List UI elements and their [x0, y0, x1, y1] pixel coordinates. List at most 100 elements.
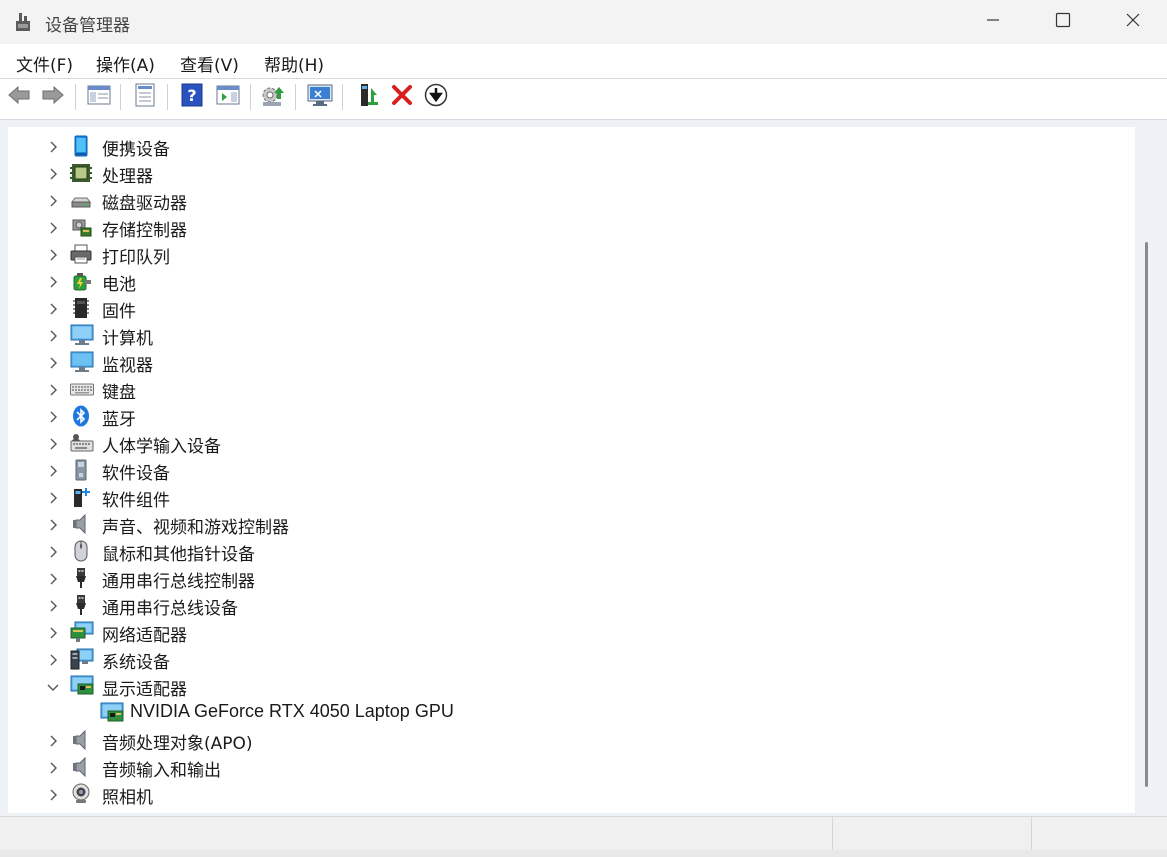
- tree-item[interactable]: 鼠标和其他指针设备: [8, 537, 1135, 565]
- chevron-right-icon[interactable]: [46, 382, 60, 396]
- tree-item[interactable]: 电池: [8, 267, 1135, 295]
- chevron-right-icon[interactable]: [46, 760, 60, 774]
- tree-item-label: 磁盘驱动器: [102, 194, 187, 214]
- chevron-right-icon[interactable]: [46, 220, 60, 234]
- show-hide-console-tree-icon: [87, 84, 111, 110]
- toolbar-separator: [167, 84, 168, 110]
- chevron-right-icon[interactable]: [46, 787, 60, 801]
- mouse-icon: [70, 540, 92, 562]
- status-cell: [1031, 817, 1167, 851]
- chevron-right-icon[interactable]: [46, 733, 60, 747]
- tree-item[interactable]: 存储控制器: [8, 213, 1135, 241]
- tree-item[interactable]: 打印队列: [8, 240, 1135, 268]
- tree-item-label: 计算机: [102, 329, 153, 349]
- chevron-right-icon[interactable]: [46, 490, 60, 504]
- chevron-right-icon[interactable]: [46, 409, 60, 423]
- tree-item[interactable]: 固件: [8, 294, 1135, 322]
- tree-item[interactable]: 通用串行总线设备: [8, 591, 1135, 619]
- tree-item-label: 音频处理对象(APO): [102, 734, 253, 754]
- chevron-right-icon[interactable]: [46, 139, 60, 153]
- status-bar: [0, 816, 1167, 851]
- usb-icon: [70, 594, 92, 616]
- scrollbar-thumb[interactable]: [1145, 242, 1148, 787]
- chevron-right-icon[interactable]: [46, 652, 60, 666]
- action-pane-icon: [216, 84, 240, 110]
- uninstall-device-button[interactable]: [389, 84, 415, 110]
- menu-help[interactable]: 帮助(H): [262, 51, 326, 76]
- tree-child-item[interactable]: NVIDIA GeForce RTX 4050 Laptop GPU: [8, 699, 1135, 726]
- update-driver-icon: [260, 83, 286, 111]
- forward-button[interactable]: [40, 84, 66, 110]
- chevron-right-icon[interactable]: [46, 355, 60, 369]
- chevron-right-icon[interactable]: [46, 301, 60, 315]
- chevron-right-icon[interactable]: [46, 517, 60, 531]
- action-pane-button[interactable]: [215, 84, 241, 110]
- tree-item[interactable]: 声音、视频和游戏控制器: [8, 510, 1135, 538]
- tree-item[interactable]: 计算机: [8, 321, 1135, 349]
- chevron-right-icon[interactable]: [46, 625, 60, 639]
- enable-device-button[interactable]: [356, 84, 382, 110]
- maximize-icon: [1055, 12, 1071, 32]
- back-button[interactable]: [6, 84, 32, 110]
- disable-device-button[interactable]: [423, 83, 449, 111]
- close-button[interactable]: [1098, 0, 1167, 44]
- menu-action[interactable]: 操作(A): [94, 51, 157, 76]
- update-driver-button[interactable]: [260, 84, 286, 110]
- chevron-right-icon[interactable]: [46, 247, 60, 261]
- menu-view[interactable]: 查看(V): [178, 51, 241, 76]
- tree-item-label: 通用串行总线设备: [102, 599, 238, 619]
- chevron-right-icon[interactable]: [46, 544, 60, 558]
- tree-item-label: 处理器: [102, 167, 153, 187]
- device-tree[interactable]: 便携设备处理器磁盘驱动器 存储控制器 打印队列 电池 固件计算机 监视器 键盘 蓝牙 人体学输入…: [8, 127, 1135, 813]
- minimize-button[interactable]: [958, 0, 1028, 44]
- enable-device-icon: [357, 82, 381, 112]
- tree-item-label: 软件设备: [102, 464, 170, 484]
- tree-item[interactable]: 便携设备: [8, 132, 1135, 160]
- computer-icon: [70, 324, 94, 346]
- window-title: 设备管理器: [45, 16, 130, 36]
- scan-hardware-button[interactable]: [307, 84, 333, 110]
- chevron-right-icon[interactable]: [46, 598, 60, 612]
- tree-item[interactable]: 显示适配器: [8, 672, 1135, 700]
- properties-button[interactable]: [132, 83, 158, 110]
- chevron-right-icon[interactable]: [46, 274, 60, 288]
- toolbar: ?: [0, 79, 1167, 115]
- menu-file[interactable]: 文件(F): [14, 51, 75, 76]
- menu-bar: 文件(F) 操作(A) 查看(V) 帮助(H): [0, 44, 1167, 79]
- help-button[interactable]: ?: [179, 83, 205, 110]
- tree-item[interactable]: 人体学输入设备: [8, 429, 1135, 457]
- tree-item[interactable]: 音频处理对象(APO): [8, 726, 1135, 754]
- tree-item[interactable]: 处理器: [8, 159, 1135, 187]
- tree-item[interactable]: 蓝牙: [8, 402, 1135, 430]
- tree-item[interactable]: 监视器: [8, 348, 1135, 376]
- chevron-right-icon[interactable]: [46, 571, 60, 585]
- tree-item[interactable]: 磁盘驱动器: [8, 186, 1135, 214]
- speaker-icon: [70, 756, 92, 778]
- chevron-right-icon[interactable]: [46, 328, 60, 342]
- tree-item[interactable]: 照相机: [8, 780, 1135, 808]
- software-component-icon: [70, 486, 92, 508]
- chevron-right-icon[interactable]: [46, 193, 60, 207]
- tree-item-label: 网络适配器: [102, 626, 187, 646]
- tree-item[interactable]: 网络适配器: [8, 618, 1135, 646]
- vertical-scrollbar[interactable]: [1137, 127, 1159, 813]
- speaker-icon: [70, 513, 92, 535]
- disable-device-icon: [424, 83, 448, 111]
- software-device-icon: [70, 459, 92, 481]
- chevron-right-icon[interactable]: [46, 166, 60, 180]
- tree-item[interactable]: 通用串行总线控制器: [8, 564, 1135, 592]
- tree-item[interactable]: 软件设备: [8, 456, 1135, 484]
- tree-item[interactable]: 键盘: [8, 375, 1135, 403]
- keyboard-icon: [70, 378, 94, 400]
- minimize-icon: [985, 12, 1001, 32]
- camera-icon: [70, 783, 92, 805]
- tree-item[interactable]: 音频输入和输出: [8, 753, 1135, 781]
- chevron-right-icon[interactable]: [46, 436, 60, 450]
- show-hide-console-tree-button[interactable]: [86, 84, 112, 110]
- tree-item[interactable]: 系统设备: [8, 645, 1135, 673]
- back-arrow-icon: [7, 85, 31, 109]
- chevron-right-icon[interactable]: [46, 463, 60, 477]
- tree-item[interactable]: 软件组件: [8, 483, 1135, 511]
- maximize-button[interactable]: [1028, 0, 1098, 44]
- chevron-down-icon[interactable]: [46, 679, 60, 693]
